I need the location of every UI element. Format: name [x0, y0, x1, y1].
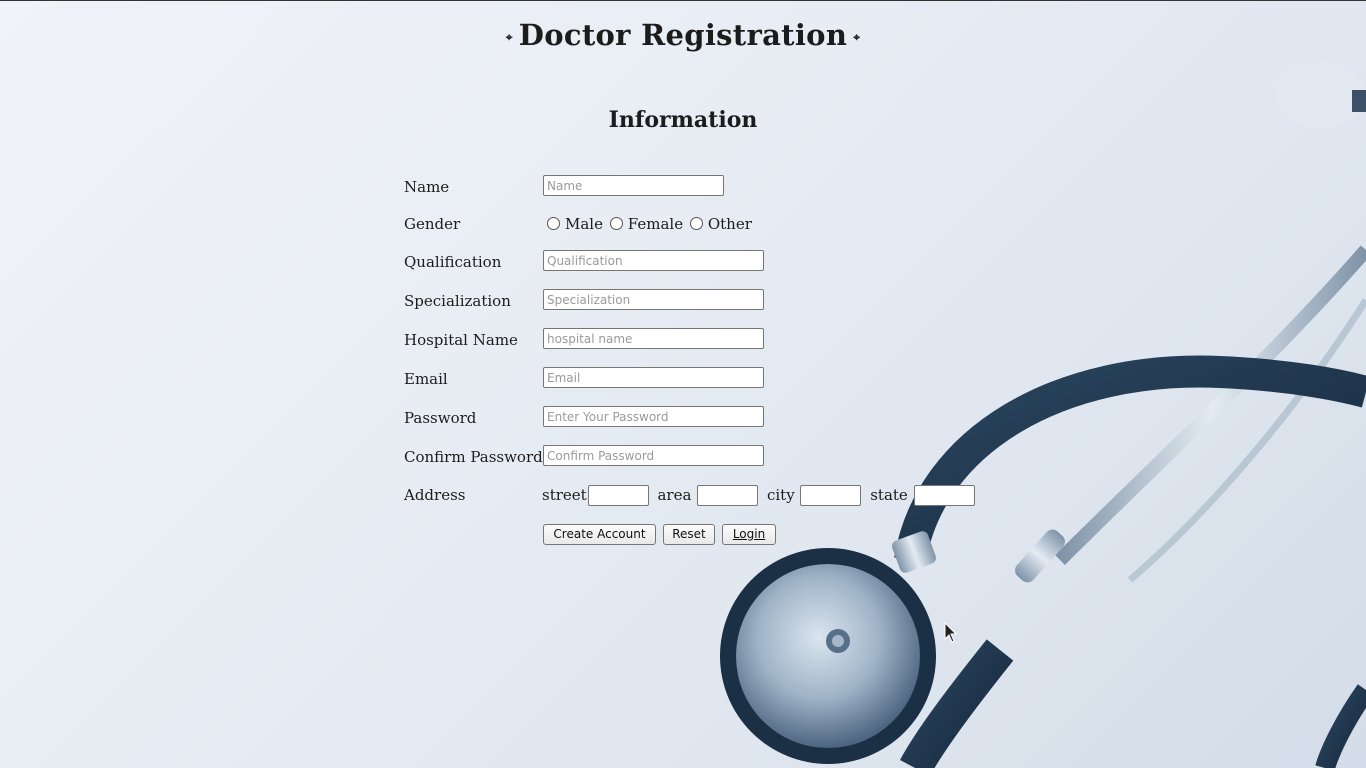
gender-row: Gender Male Female Other [404, 212, 1104, 236]
hospital-name-row: Hospital Name [404, 328, 1104, 352]
password-row: Password [404, 406, 1104, 430]
crosshair-icon: ⌖ [853, 29, 861, 44]
gender-female-label: Female [627, 215, 684, 233]
hospital-name-input[interactable] [543, 328, 764, 349]
confirm-password-row: Confirm Password [404, 445, 1104, 469]
email-label: Email [404, 370, 448, 388]
name-input[interactable] [543, 175, 724, 196]
gender-female-radio[interactable] [609, 216, 623, 230]
gender-male-label: Male [565, 215, 603, 233]
gender-male-radio[interactable] [547, 216, 560, 230]
email-input[interactable] [543, 367, 764, 388]
hospital-name-label: Hospital Name [404, 331, 518, 349]
button-row: Create Account Reset Login [404, 524, 1104, 548]
specialization-row: Specialization [404, 289, 1104, 313]
confirm-password-label: Confirm Password [404, 448, 543, 466]
crosshair-icon: ⌖ [505, 29, 513, 44]
specialization-label: Specialization [404, 292, 511, 310]
mouse-pointer-icon [944, 622, 958, 643]
street-label: street [542, 486, 587, 504]
area-label: area [657, 486, 692, 504]
login-button[interactable]: Login [722, 524, 776, 545]
street-input[interactable] [587, 484, 649, 506]
area-input[interactable] [697, 484, 759, 506]
city-input[interactable] [800, 484, 862, 506]
page-title: ⌖ Doctor Registration ⌖ [0, 18, 1366, 52]
address-row: Address street area city state [404, 483, 1104, 507]
gender-label: Gender [404, 215, 461, 233]
city-label: city [766, 486, 795, 504]
address-fields: street area city state [542, 483, 975, 507]
section-title: Information [608, 107, 758, 133]
qualification-input[interactable] [543, 250, 764, 271]
gender-other-label: Other [707, 215, 752, 233]
page-title-text: Doctor Registration [518, 18, 848, 52]
address-label: Address [404, 486, 466, 504]
registration-page: ⌖ Doctor Registration ⌖ Information Name G… [0, 0, 1366, 768]
name-row: Name [404, 175, 1104, 199]
qualification-label: Qualification [404, 253, 502, 271]
email-row: Email [404, 367, 1104, 391]
specialization-input[interactable] [543, 289, 764, 310]
name-label: Name [404, 178, 450, 196]
state-input[interactable] [913, 484, 975, 506]
qualification-row: Qualification [404, 250, 1104, 274]
confirm-password-input[interactable] [543, 445, 764, 466]
reset-button[interactable]: Reset [663, 524, 715, 545]
password-label: Password [404, 409, 477, 427]
password-input[interactable] [543, 406, 764, 427]
gender-options: Male Female Other [547, 212, 754, 236]
login-button-label: Login [732, 527, 766, 541]
create-account-button[interactable]: Create Account [543, 524, 656, 545]
state-label: state [870, 486, 908, 504]
gender-other-radio[interactable] [689, 216, 703, 230]
